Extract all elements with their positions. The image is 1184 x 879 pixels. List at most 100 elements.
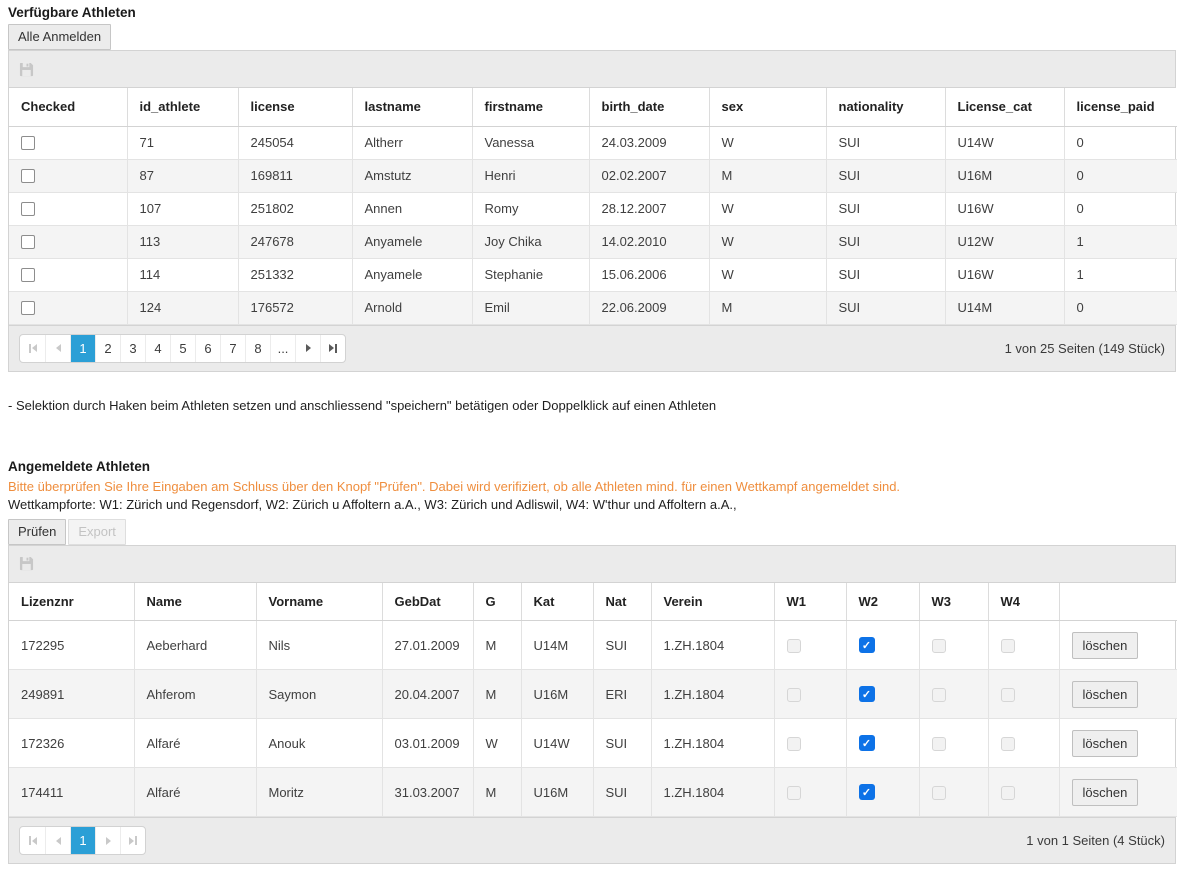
athlete-row[interactable]: 124 176572 Arnold Emil 22.06.2009 M SUI …	[9, 291, 1177, 324]
cell-nat: ERI	[593, 670, 651, 719]
col-header-sex[interactable]: sex	[709, 88, 826, 126]
cell-g: M	[473, 670, 521, 719]
col-header-verein[interactable]: Verein	[651, 583, 774, 621]
registered-athletes-title: Angemeldete Athleten	[8, 459, 1176, 474]
registered-row[interactable]: 172326 Alfaré Anouk 03.01.2009 W U14W SU…	[9, 719, 1177, 768]
cell-g: M	[473, 621, 521, 670]
athlete-registration-page: Verfügbare Athleten Alle Anmelden	[8, 5, 1176, 864]
save-icon	[19, 62, 34, 77]
cell-birth-date: 28.12.2007	[589, 192, 709, 225]
cell-w3	[919, 719, 988, 768]
registered-actions: Prüfen Export	[8, 519, 1176, 545]
cell-w3	[919, 768, 988, 817]
page-button-3[interactable]: 3	[120, 335, 145, 362]
w2-checkbox[interactable]	[859, 735, 875, 751]
last-page-icon	[329, 344, 337, 353]
registered-row[interactable]: 172295 Aeberhard Nils 27.01.2009 M U14M …	[9, 621, 1177, 670]
cell-lizenznr: 249891	[9, 670, 134, 719]
prev-page-icon	[56, 837, 61, 845]
cell-license-paid: 0	[1064, 159, 1177, 192]
delete-button[interactable]: löschen	[1072, 632, 1139, 659]
row-checkbox[interactable]	[21, 235, 35, 249]
cell-nat: SUI	[593, 719, 651, 768]
col-header-birth-date[interactable]: birth_date	[589, 88, 709, 126]
cell-license-paid: 0	[1064, 192, 1177, 225]
cell-checked	[9, 126, 127, 159]
page-button-1[interactable]: 1	[70, 827, 95, 854]
col-header-name[interactable]: Name	[134, 583, 256, 621]
cell-actions: löschen	[1059, 768, 1177, 817]
col-header-g[interactable]: G	[473, 583, 521, 621]
col-header-license[interactable]: license	[238, 88, 352, 126]
col-header-gebdat[interactable]: GebDat	[382, 583, 473, 621]
cell-nationality: SUI	[826, 159, 945, 192]
col-header-checked[interactable]: Checked	[9, 88, 127, 126]
col-header-w1[interactable]: W1	[774, 583, 846, 621]
col-header-w4[interactable]: W4	[988, 583, 1059, 621]
next-page-button	[95, 827, 120, 854]
page-button-5[interactable]: 5	[170, 335, 195, 362]
first-page-button	[20, 827, 45, 854]
next-page-button[interactable]	[295, 335, 320, 362]
prev-page-icon	[56, 344, 61, 352]
row-checkbox[interactable]	[21, 136, 35, 150]
col-header-kat[interactable]: Kat	[521, 583, 593, 621]
w4-checkbox	[1001, 688, 1015, 702]
col-header-id-athlete[interactable]: id_athlete	[127, 88, 238, 126]
page-button-7[interactable]: 7	[220, 335, 245, 362]
col-header-nat[interactable]: Nat	[593, 583, 651, 621]
athlete-row[interactable]: 87 169811 Amstutz Henri 02.02.2007 M SUI…	[9, 159, 1177, 192]
w2-checkbox[interactable]	[859, 784, 875, 800]
page-button-1[interactable]: 1	[70, 335, 95, 362]
page-button-2[interactable]: 2	[95, 335, 120, 362]
row-checkbox[interactable]	[21, 169, 35, 183]
cell-birth-date: 02.02.2007	[589, 159, 709, 192]
w3-checkbox	[932, 737, 946, 751]
w2-checkbox[interactable]	[859, 637, 875, 653]
available-pager-info: 1 von 25 Seiten (149 Stück)	[1005, 341, 1165, 356]
delete-button[interactable]: löschen	[1072, 779, 1139, 806]
page-button-6[interactable]: 6	[195, 335, 220, 362]
cell-actions: löschen	[1059, 670, 1177, 719]
athlete-row[interactable]: 113 247678 Anyamele Joy Chika 14.02.2010…	[9, 225, 1177, 258]
register-all-button[interactable]: Alle Anmelden	[8, 24, 111, 50]
registered-row[interactable]: 249891 Ahferom Saymon 20.04.2007 M U16M …	[9, 670, 1177, 719]
last-page-button[interactable]	[320, 335, 345, 362]
page-button-4[interactable]: 4	[145, 335, 170, 362]
cell-firstname: Romy	[472, 192, 589, 225]
cell-w3	[919, 670, 988, 719]
cell-vorname: Saymon	[256, 670, 382, 719]
col-header-license-cat[interactable]: License_cat	[945, 88, 1064, 126]
delete-button[interactable]: löschen	[1072, 681, 1139, 708]
more-pages-button[interactable]: ...	[270, 335, 295, 362]
last-page-icon	[129, 836, 137, 845]
col-header-nationality[interactable]: nationality	[826, 88, 945, 126]
page-button-8[interactable]: 8	[245, 335, 270, 362]
prev-page-button	[45, 827, 70, 854]
cell-checked	[9, 192, 127, 225]
w2-checkbox[interactable]	[859, 686, 875, 702]
row-checkbox[interactable]	[21, 268, 35, 282]
registered-pager-info: 1 von 1 Seiten (4 Stück)	[1026, 833, 1165, 848]
cell-w1	[774, 621, 846, 670]
col-header-lastname[interactable]: lastname	[352, 88, 472, 126]
cell-id-athlete: 87	[127, 159, 238, 192]
athlete-row[interactable]: 107 251802 Annen Romy 28.12.2007 W SUI U…	[9, 192, 1177, 225]
athlete-row[interactable]: 114 251332 Anyamele Stephanie 15.06.2006…	[9, 258, 1177, 291]
col-header-lizenznr[interactable]: Lizenznr	[9, 583, 134, 621]
row-checkbox[interactable]	[21, 202, 35, 216]
delete-button[interactable]: löschen	[1072, 730, 1139, 757]
col-header-license-paid[interactable]: license_paid	[1064, 88, 1177, 126]
col-header-firstname[interactable]: firstname	[472, 88, 589, 126]
check-button[interactable]: Prüfen	[8, 519, 66, 545]
cell-name: Aeberhard	[134, 621, 256, 670]
col-header-w2[interactable]: W2	[846, 583, 919, 621]
cell-checked	[9, 159, 127, 192]
col-header-w3[interactable]: W3	[919, 583, 988, 621]
cell-id-athlete: 107	[127, 192, 238, 225]
row-checkbox[interactable]	[21, 301, 35, 315]
athlete-row[interactable]: 71 245054 Altherr Vanessa 24.03.2009 W S…	[9, 126, 1177, 159]
registered-row[interactable]: 174411 Alfaré Moritz 31.03.2007 M U16M S…	[9, 768, 1177, 817]
cell-license-cat: U12W	[945, 225, 1064, 258]
col-header-vorname[interactable]: Vorname	[256, 583, 382, 621]
